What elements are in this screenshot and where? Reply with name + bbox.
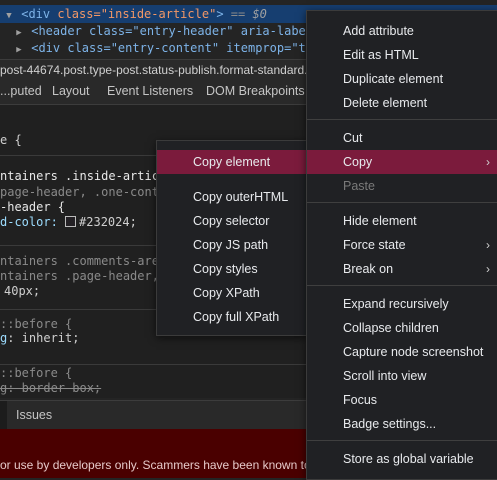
breadcrumb-text: post-44674.post.type-post.status-publish… xyxy=(0,63,315,77)
menu-item-add-attribute[interactable]: Add attribute xyxy=(307,19,497,43)
menu-item-force-state[interactable]: Force state › xyxy=(307,233,497,257)
style-declaration: d-color: #232024; xyxy=(0,215,137,230)
style-selector: -header { xyxy=(0,200,66,214)
style-selector: ntainers .inside-article xyxy=(0,169,174,183)
menu-item-copy-selector[interactable]: Copy selector xyxy=(157,209,307,233)
triangle-down-icon[interactable]: ▼ xyxy=(4,7,14,23)
menu-item-label: Edit as HTML xyxy=(343,48,419,62)
menu-item-capture-node-screenshot[interactable]: Capture node screenshot xyxy=(307,340,497,364)
menu-item-delete-element[interactable]: Delete element xyxy=(307,91,497,115)
menu-item-copy-outerhtml[interactable]: Copy outerHTML xyxy=(157,185,307,209)
menu-item-copy-element[interactable]: Copy element xyxy=(157,150,307,174)
menu-item-label: Duplicate element xyxy=(343,72,444,86)
menu-item-label: Copy XPath xyxy=(193,286,260,300)
menu-item-label: Copy outerHTML xyxy=(193,190,289,204)
copy-submenu: Copy element Copy outerHTML Copy selecto… xyxy=(156,140,308,336)
menu-item-scroll-into-view[interactable]: Scroll into view xyxy=(307,364,497,388)
tag-open: <div xyxy=(21,7,58,21)
menu-item-label: Hide element xyxy=(343,214,417,228)
menu-item-copy-full-xpath[interactable]: Copy full XPath xyxy=(157,305,307,329)
menu-item-badge-settings[interactable]: Badge settings... xyxy=(307,412,497,436)
menu-separator xyxy=(307,440,497,441)
tag-attr: class="inside-article" xyxy=(57,7,217,21)
style-selector: ::before { xyxy=(0,317,73,331)
menu-item-label: Focus xyxy=(343,393,378,407)
menu-item-label: Expand recursively xyxy=(343,297,449,311)
style-declaration: g: inherit; xyxy=(0,331,79,346)
menu-item-collapse-children[interactable]: Collapse children xyxy=(307,316,497,340)
menu-item-label: Badge settings... xyxy=(343,417,437,431)
self-xss-warning: or use by developers only. Scammers have… xyxy=(0,458,311,472)
menu-item-label: Copy JS path xyxy=(193,238,269,252)
tab-computed[interactable]: ...puted xyxy=(0,80,42,104)
menu-item-label: Add attribute xyxy=(343,24,414,38)
chevron-right-icon: › xyxy=(486,262,490,276)
menu-item-label: Copy selector xyxy=(193,214,270,228)
menu-item-label: Copy element xyxy=(193,155,271,169)
menu-item-focus[interactable]: Focus xyxy=(307,388,497,412)
menu-item-label: Paste xyxy=(343,179,375,193)
style-rule: e { xyxy=(0,133,22,147)
menu-item-cut[interactable]: Cut xyxy=(307,126,497,150)
menu-item-copy-xpath[interactable]: Copy XPath xyxy=(157,281,307,305)
tab-issues[interactable]: Issues xyxy=(16,401,52,429)
menu-item-label: Break on xyxy=(343,262,394,276)
menu-item-break-on[interactable]: Break on › xyxy=(307,257,497,281)
menu-item-copy-js-path[interactable]: Copy JS path xyxy=(157,233,307,257)
menu-item-duplicate-element[interactable]: Duplicate element xyxy=(307,67,497,91)
chevron-right-icon: › xyxy=(486,155,490,169)
menu-item-hide-element[interactable]: Hide element xyxy=(307,209,497,233)
menu-item-expand-recursively[interactable]: Expand recursively xyxy=(307,292,497,316)
menu-item-label: Copy styles xyxy=(193,262,258,276)
menu-item-label: Scroll into view xyxy=(343,369,427,383)
triangle-right-icon[interactable]: ▶ xyxy=(14,24,24,40)
chevron-right-icon: › xyxy=(486,238,490,252)
menu-item-copy[interactable]: Copy › xyxy=(307,150,497,174)
dom-node-text: <div class="entry-content" itemprop="tex… xyxy=(31,41,335,55)
eq-sign: == xyxy=(223,7,253,21)
menu-item-label: Capture node screenshot xyxy=(343,345,484,359)
menu-item-copy-styles[interactable]: Copy styles xyxy=(157,257,307,281)
style-property: d-color: xyxy=(0,215,66,229)
triangle-right-icon[interactable]: ▶ xyxy=(14,41,24,57)
menu-item-label: Copy full XPath xyxy=(193,310,280,324)
dom-node-text: <header class="entry-header" aria-label=… xyxy=(31,24,335,38)
menu-item-paste: Paste xyxy=(307,174,497,198)
menu-separator xyxy=(307,202,497,203)
style-selector: ntainers .page-header, . xyxy=(0,269,174,283)
menu-separator xyxy=(307,285,497,286)
style-selector: page-header, .one-contai xyxy=(0,185,174,199)
menu-item-label: Store as global variable xyxy=(343,452,474,466)
color-swatch-icon[interactable] xyxy=(65,216,77,227)
style-value: 40px; xyxy=(4,284,41,298)
menu-item-label: Copy xyxy=(343,155,373,169)
tab-layout[interactable]: Layout xyxy=(52,80,90,104)
menu-item-label: Delete element xyxy=(343,96,428,110)
style-selector: ::before { xyxy=(0,366,73,380)
style-selector: ntainers .comments-area, xyxy=(0,254,174,268)
style-value: : inherit; xyxy=(7,331,80,345)
tag-close: > xyxy=(216,7,224,21)
context-menu: Add attribute Edit as HTML Duplicate ele… xyxy=(306,10,497,480)
tab-event-listeners[interactable]: Event Listeners xyxy=(107,80,193,104)
menu-item-store-as-global-variable[interactable]: Store as global variable xyxy=(307,447,497,471)
menu-separator xyxy=(307,119,497,120)
style-value: #232024; xyxy=(79,215,137,229)
tab-dom-breakpoints[interactable]: DOM Breakpoints xyxy=(206,80,305,104)
menu-item-label: Force state xyxy=(343,238,406,252)
node-ref: $0 xyxy=(252,7,267,21)
close-icon[interactable] xyxy=(0,401,7,429)
menu-item-label: Cut xyxy=(343,131,363,145)
menu-item-label: Collapse children xyxy=(343,321,439,335)
style-declaration-overridden: g: border-box; xyxy=(0,381,102,395)
menu-item-edit-as-html[interactable]: Edit as HTML xyxy=(307,43,497,67)
